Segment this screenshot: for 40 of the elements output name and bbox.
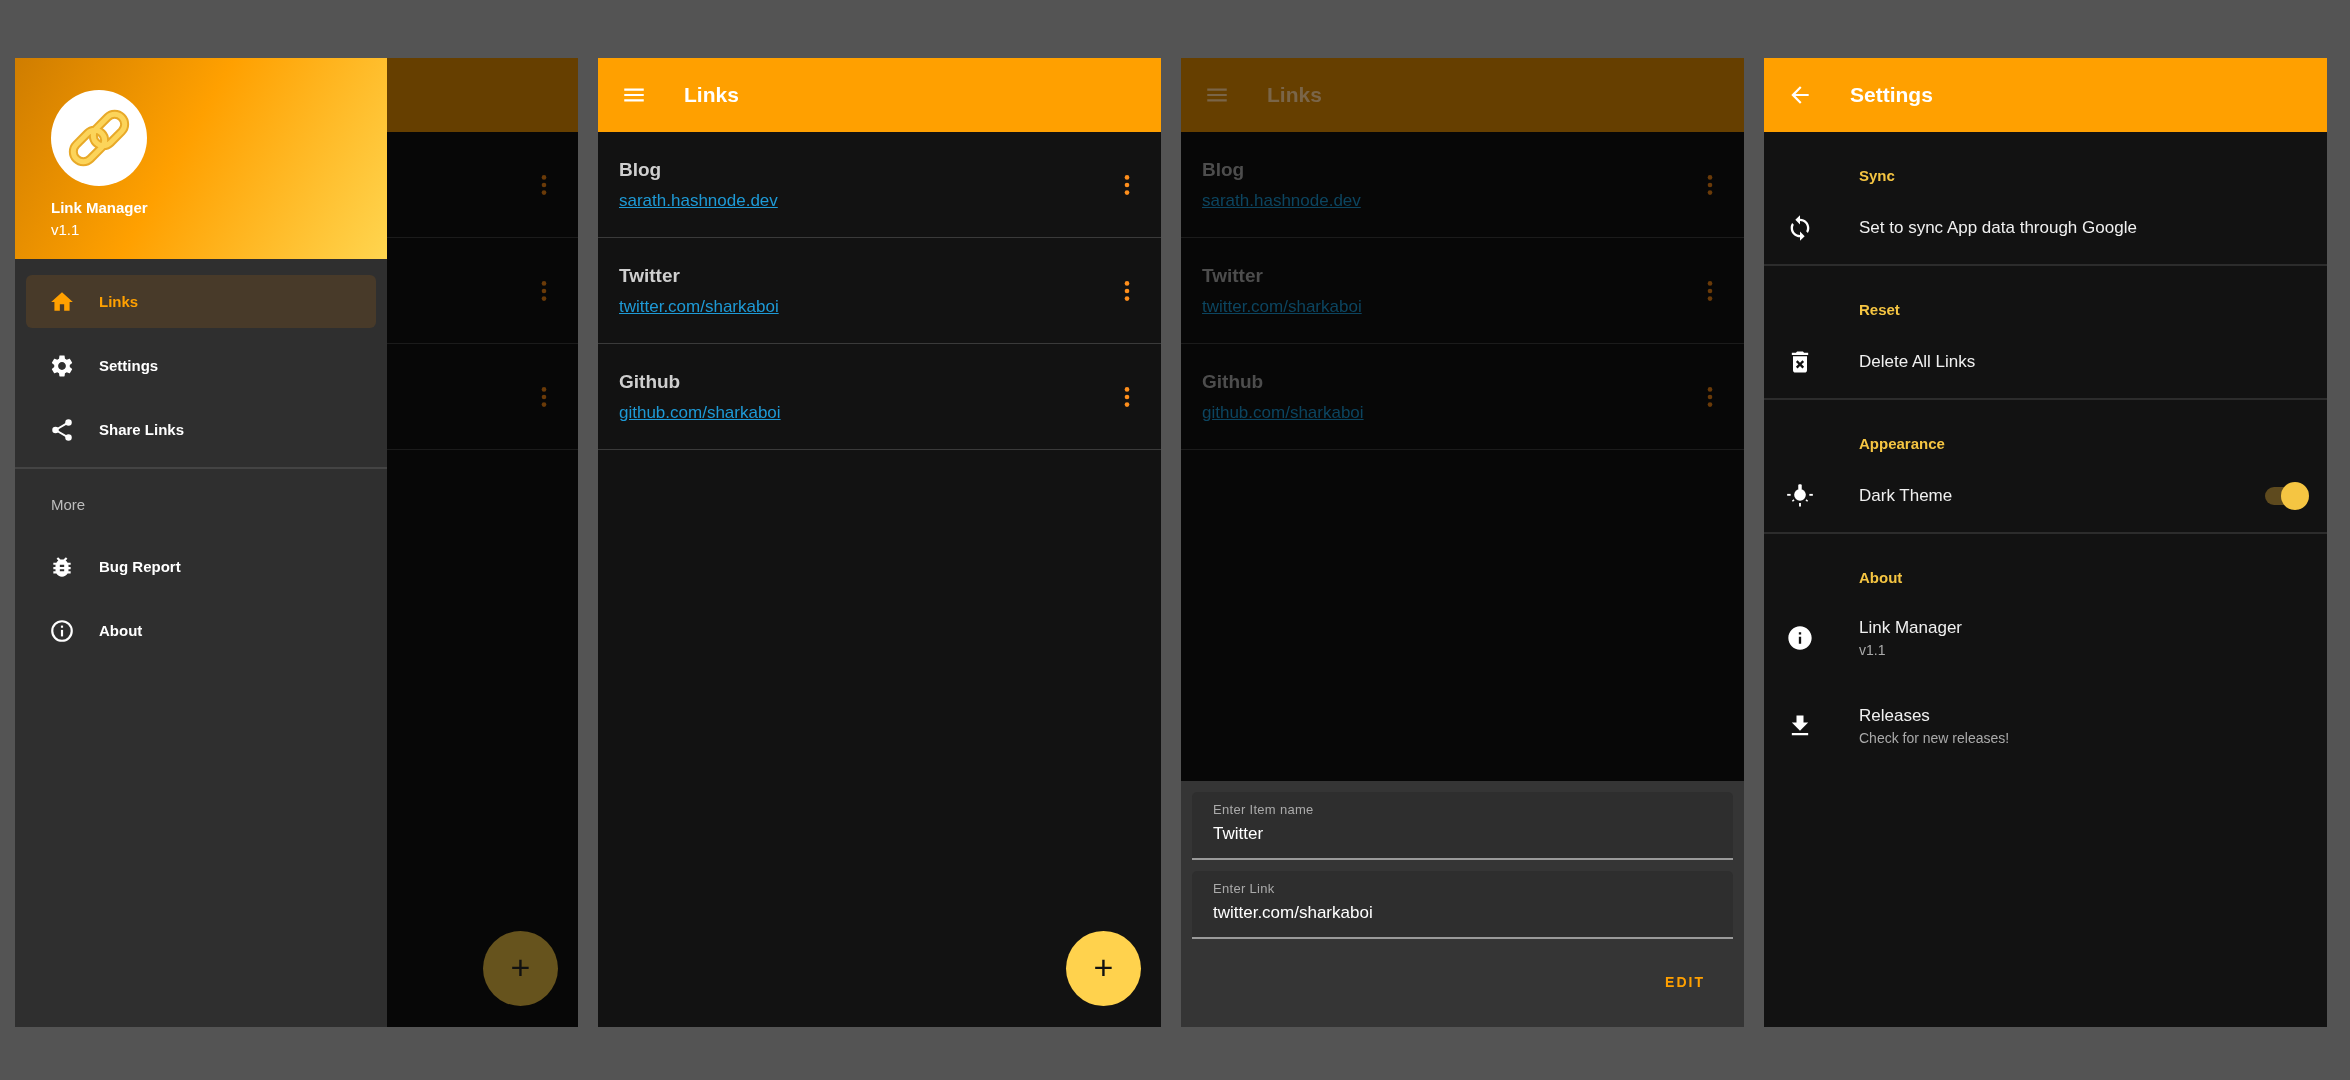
setting-title[interactable]: Link Manager	[1859, 618, 1962, 638]
link-url[interactable]: github.com/sharkaboi	[619, 402, 781, 423]
link-name: Blog	[619, 158, 662, 181]
screen-title: Links	[1267, 83, 1322, 107]
setting-title[interactable]: Dark Theme	[1859, 486, 1953, 506]
app-version: v1.1	[51, 221, 80, 238]
info-icon	[49, 617, 75, 644]
section-label: More	[51, 496, 86, 513]
info-icon	[1786, 624, 1814, 652]
link-url[interactable]: sarath.hashnode.dev	[619, 190, 778, 211]
screen-title: Settings	[1850, 83, 1933, 107]
share-icon	[49, 416, 75, 443]
section-heading: Reset	[1859, 300, 1900, 318]
input-field[interactable]: Enter Link twitter.com/sharkaboi	[1192, 871, 1733, 939]
nav-item[interactable]: Share Links	[26, 403, 376, 456]
add-button[interactable]: +	[1066, 931, 1141, 1006]
lightbulb-icon	[1786, 482, 1814, 510]
setting-subtitle: v1.1	[1859, 642, 1886, 658]
app-name: Link Manager	[51, 199, 148, 216]
link-name: Twitter	[1202, 264, 1263, 287]
setting-title[interactable]: Set to sync App data through Google	[1859, 218, 2137, 238]
nav-item[interactable]: Bug Report	[26, 540, 376, 593]
nav-item[interactable]: About	[26, 604, 376, 657]
nav-item[interactable]: Links	[26, 275, 376, 328]
edit-button[interactable]: EDIT	[1659, 968, 1711, 996]
link-name: Blog	[1202, 158, 1245, 181]
link-url[interactable]: twitter.com/sharkaboi	[619, 296, 779, 317]
toggle-switch[interactable]	[2265, 482, 2309, 510]
link-name: Github	[1202, 370, 1264, 393]
input-field[interactable]: Enter Item name Twitter	[1192, 792, 1733, 860]
setting-title[interactable]: Releases	[1859, 706, 1930, 726]
nav-item[interactable]: Settings	[26, 339, 376, 392]
link-name: Twitter	[619, 264, 680, 287]
section-heading: Sync	[1859, 166, 1895, 184]
section-heading: Appearance	[1859, 434, 1945, 452]
screen-title: Links	[684, 83, 739, 107]
setting-title[interactable]: Delete All Links	[1859, 352, 1976, 372]
setting-subtitle: Check for new releases!	[1859, 730, 2010, 746]
link-name: Github	[619, 370, 681, 393]
section-heading: About	[1859, 568, 1903, 586]
